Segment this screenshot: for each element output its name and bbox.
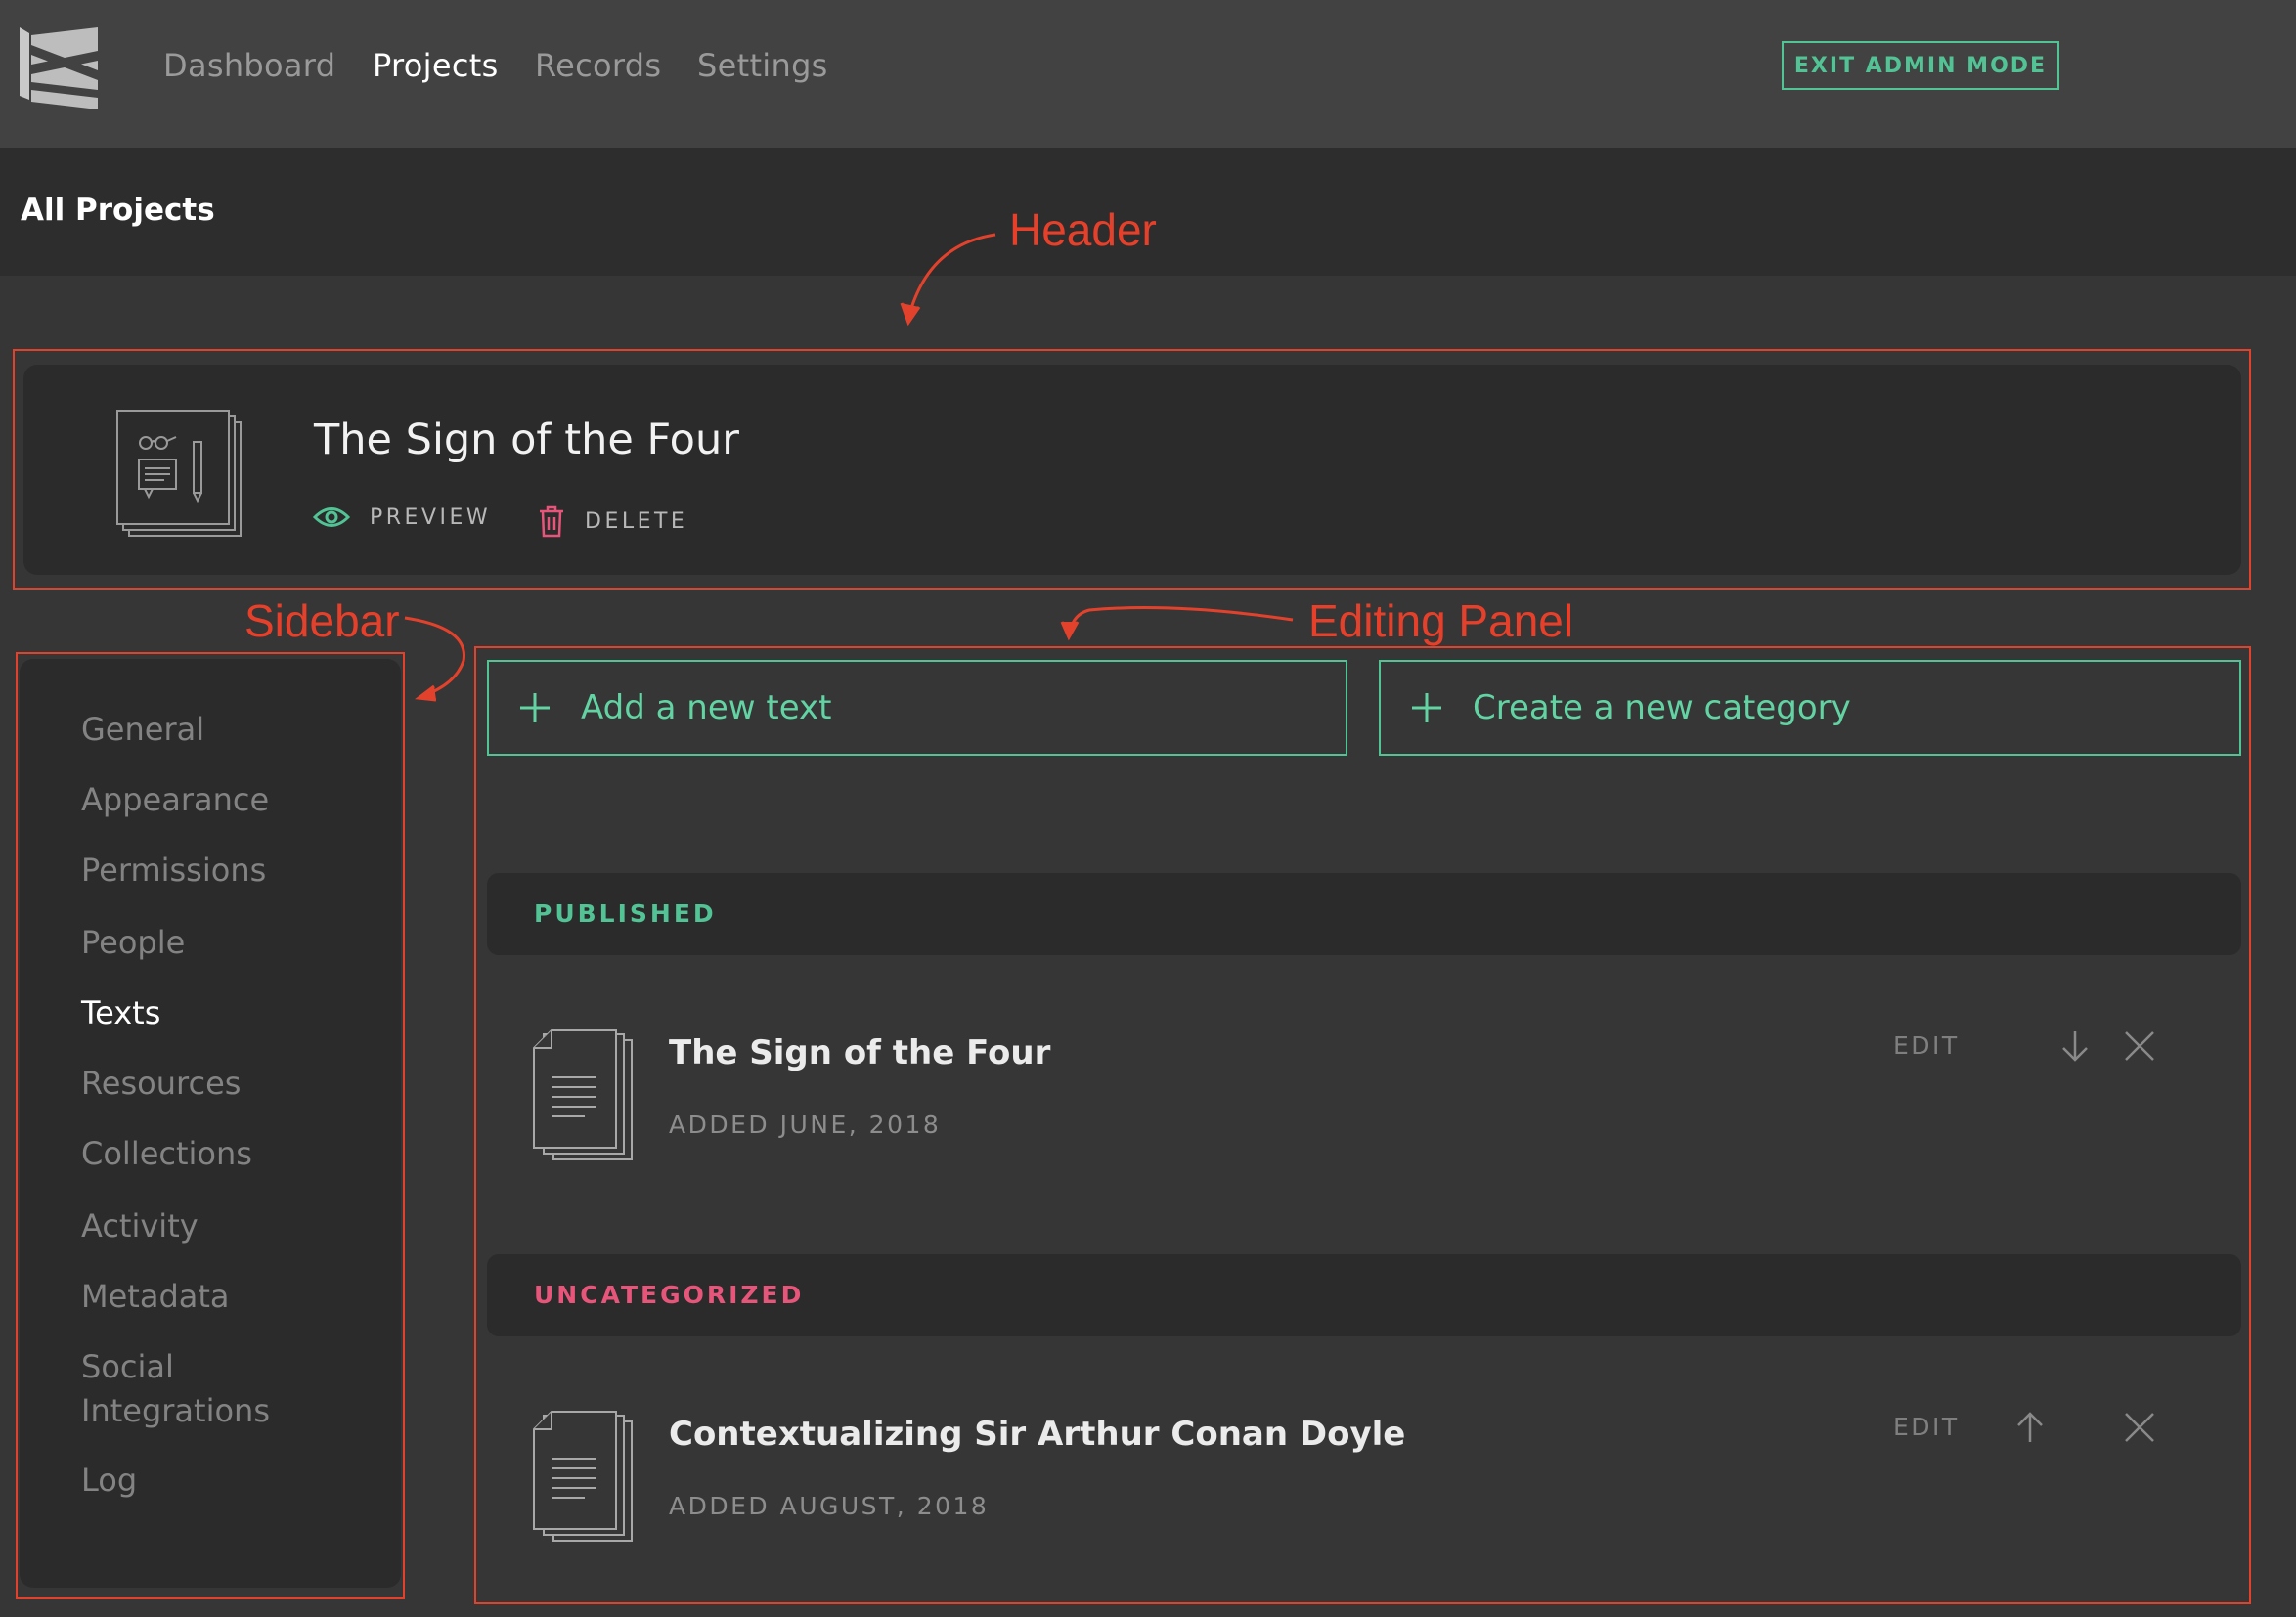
- header-annotation-label: Header: [1009, 204, 1157, 255]
- editing-panel-arrow: [1068, 606, 1294, 633]
- sidebar-annotation-label: Sidebar: [244, 595, 400, 646]
- sidebar-arrow: [404, 616, 465, 698]
- header-annotation-box: [13, 349, 2251, 590]
- breadcrumb[interactable]: All Projects: [21, 193, 215, 228]
- header-arrow-head: [900, 302, 921, 327]
- editing-panel-annotation-label: Editing Panel: [1308, 595, 1574, 646]
- nav-projects[interactable]: Projects: [373, 47, 499, 84]
- editing-panel-annotation-box: [474, 646, 2251, 1604]
- exit-admin-mode-button[interactable]: EXIT ADMIN MODE: [1782, 41, 2059, 90]
- sidebar-arrow-head: [415, 684, 437, 702]
- nav-dashboard[interactable]: Dashboard: [163, 47, 335, 84]
- nav-records[interactable]: Records: [535, 47, 661, 84]
- editing-panel-arrow-head: [1060, 621, 1080, 641]
- sidebar-annotation-box: [16, 652, 405, 1599]
- app-logo-icon[interactable]: [20, 27, 100, 109]
- nav-settings[interactable]: Settings: [697, 47, 828, 84]
